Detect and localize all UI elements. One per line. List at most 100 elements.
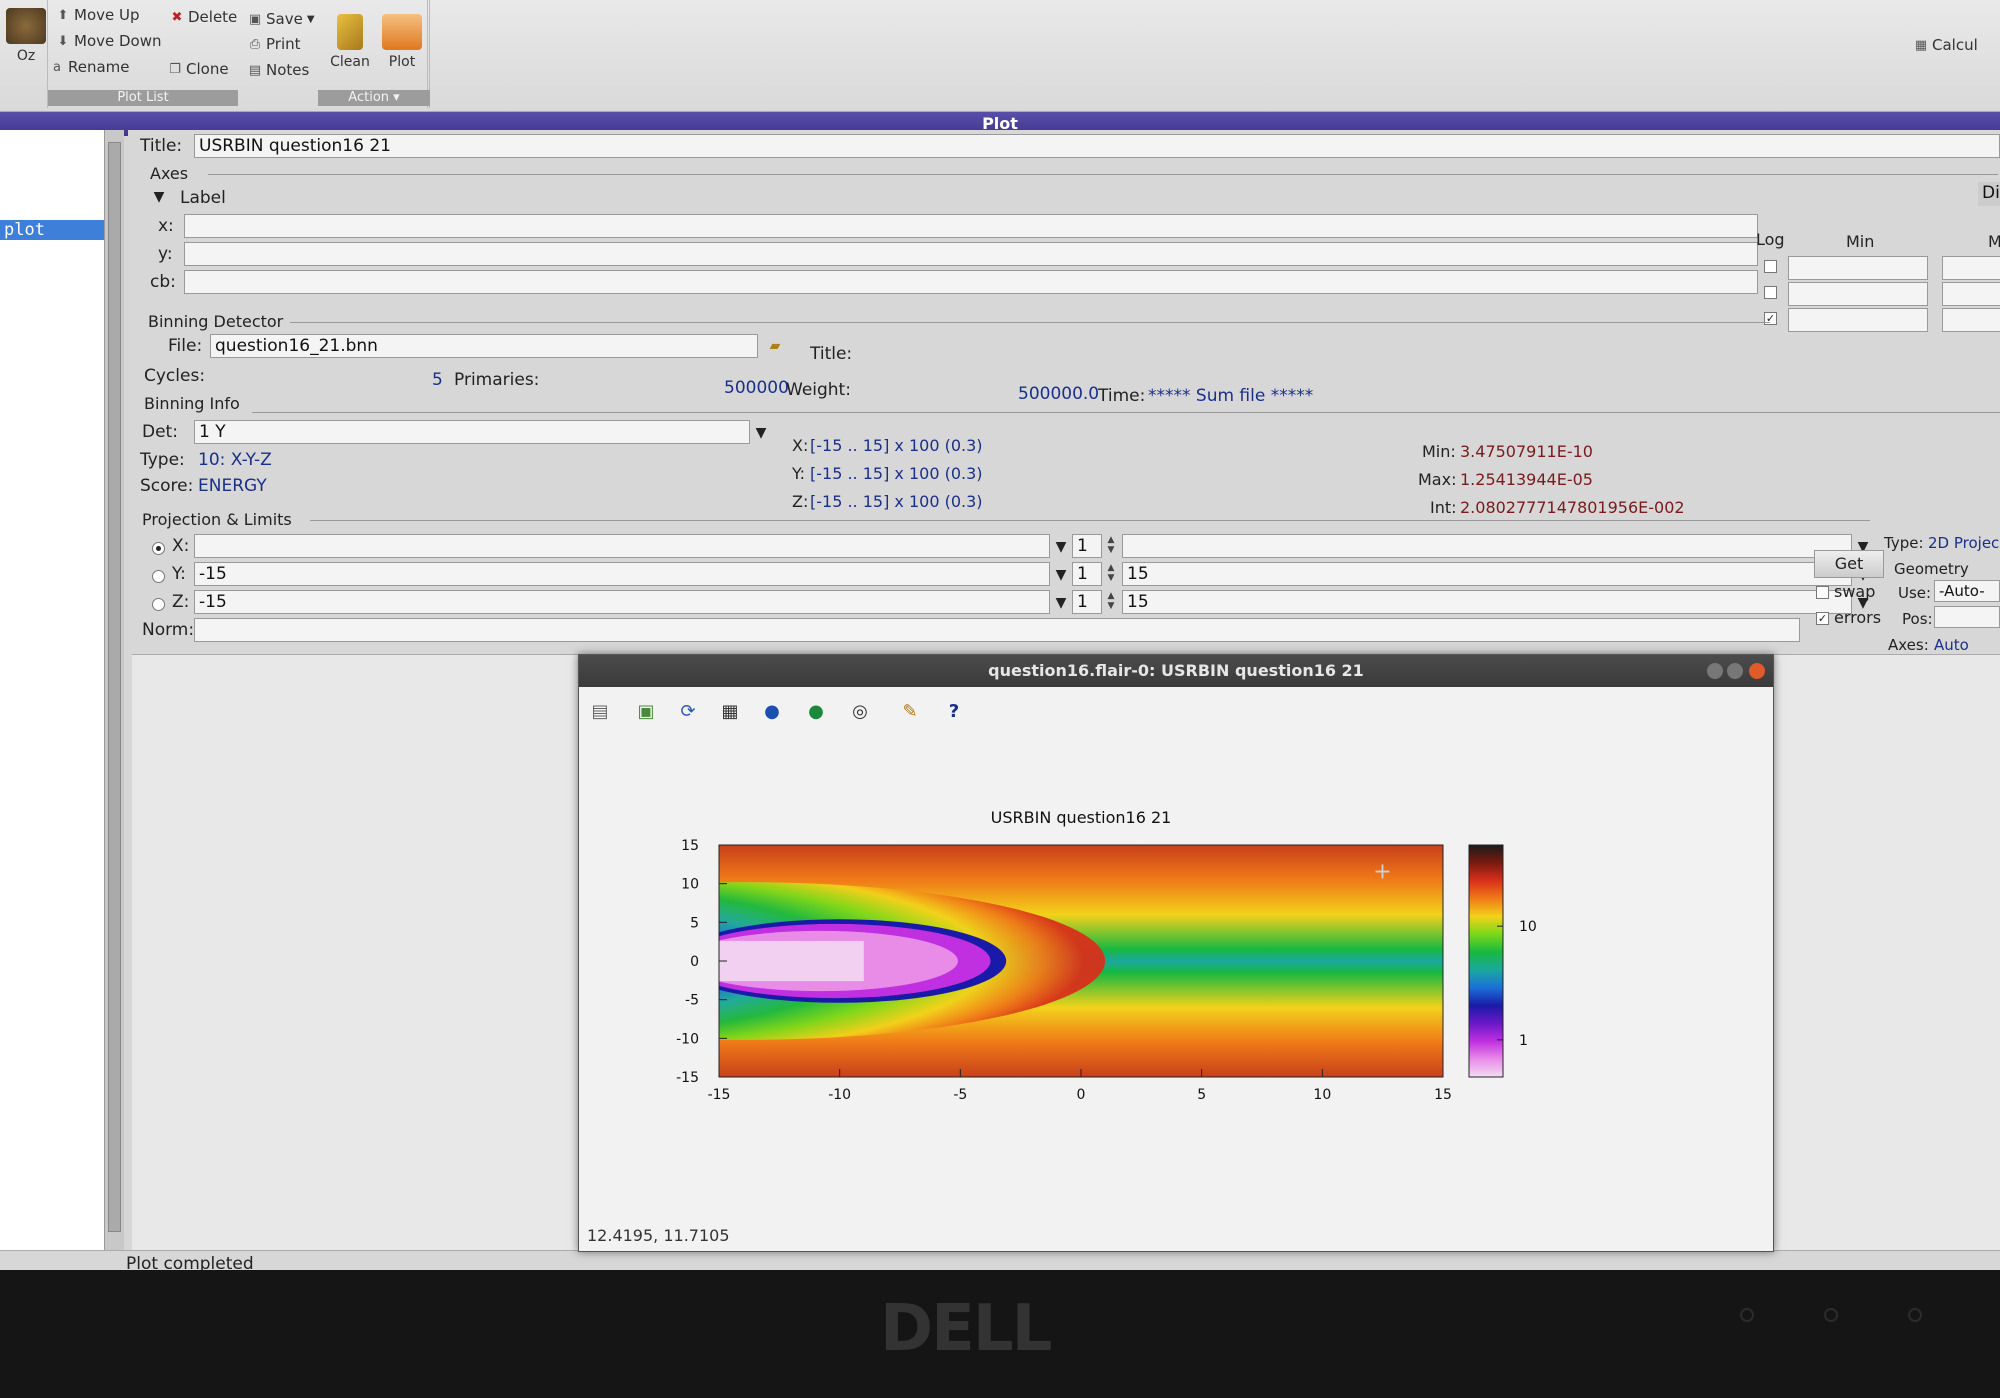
clean-button[interactable]: Clean: [326, 14, 374, 70]
proj-y-dropdown-icon[interactable]: ▼: [1052, 564, 1070, 586]
print-button[interactable]: ⎙ Print: [248, 35, 301, 53]
notes-button[interactable]: ▤ Notes: [248, 61, 309, 79]
monitor-button[interactable]: [1824, 1308, 1838, 1322]
swap-checkbox[interactable]: [1816, 586, 1829, 599]
proj-z-radio[interactable]: [152, 598, 165, 611]
proj-y-min-input[interactable]: -15: [194, 562, 1050, 586]
det-label: Det:: [142, 422, 178, 442]
calculator-tab[interactable]: ▦ Calcul: [1914, 36, 1978, 54]
file-input[interactable]: question16_21.bnn: [210, 334, 758, 358]
display-tab[interactable]: Dis: [1978, 182, 2000, 206]
grid-icon[interactable]: ▦: [717, 699, 743, 725]
y-max-input[interactable]: [1942, 282, 2000, 306]
plot-list-scrollbar[interactable]: [104, 130, 124, 1250]
proj-z-dropdown-icon[interactable]: ▼: [1052, 592, 1070, 614]
y-log-checkbox[interactable]: [1764, 286, 1777, 299]
screen: Oz ⬆ Move Up ⬇ Move Down a Rename ✖ Delete ❐…: [0, 0, 2000, 1270]
wizard-icon: [6, 8, 46, 44]
plot-icon: [382, 14, 422, 50]
x-max-input[interactable]: [1942, 256, 2000, 280]
errors-checkbox[interactable]: ✓: [1816, 612, 1829, 625]
proj-x-dropdown-icon[interactable]: ▼: [1052, 536, 1070, 558]
chevron-down-icon: ▼: [306, 13, 315, 25]
time-value: ***** Sum file *****: [1148, 386, 1314, 406]
rename-icon: a: [53, 59, 61, 75]
int-value: 2.0802777147801956E-002: [1460, 498, 1685, 517]
cycles-value: 5: [432, 370, 443, 390]
y-min-input[interactable]: [1788, 282, 1928, 306]
proj-x-min-input[interactable]: [194, 534, 1050, 558]
axes-section-title: Axes: [150, 164, 189, 183]
folder-open-icon[interactable]: ▰: [762, 335, 788, 357]
weight-value: 500000.0: [1018, 384, 1100, 404]
clipboard-icon[interactable]: ▤: [587, 699, 613, 725]
y-axis-label-input[interactable]: [184, 242, 1758, 266]
scrollbar-thumb[interactable]: [108, 142, 121, 1232]
proj-z-spinner[interactable]: ▲ ▼: [1104, 591, 1118, 613]
max-value: 1.25413944E-05: [1460, 470, 1593, 489]
geometry-pos-input[interactable]: [1934, 606, 2000, 628]
cb-max-input[interactable]: [1942, 308, 2000, 332]
errors-label: errors: [1834, 608, 1882, 627]
move-down-button[interactable]: ⬇ Move Down: [56, 32, 162, 50]
arrow-up-icon: ⬆: [57, 7, 69, 23]
heatmap-chart[interactable]: USRBIN question16 21 -15 -10 -5 0 5 10 1515105…: [579, 735, 1775, 1215]
get-button[interactable]: Get: [1814, 550, 1884, 578]
proj-z-max-input[interactable]: 15: [1122, 590, 1852, 614]
x-axis-label-input[interactable]: [184, 214, 1758, 238]
maximize-icon[interactable]: [1727, 663, 1743, 679]
binning-info-divider: [252, 412, 2000, 413]
colorbar-tick-label: 1: [1519, 1033, 1528, 1049]
help-icon[interactable]: ?: [941, 699, 967, 725]
cb-min-input[interactable]: [1788, 308, 1928, 332]
primaries-label: Primaries:: [454, 370, 540, 390]
rename-button[interactable]: a Rename: [50, 58, 130, 76]
zoom-reset-icon[interactable]: ◎: [847, 699, 873, 725]
colorbar-scale: [1468, 844, 1504, 1078]
clone-button[interactable]: ❐ Clone: [168, 60, 228, 78]
plot-list-item-selected[interactable]: plot: [0, 220, 108, 240]
proj-y-spinner[interactable]: ▲ ▼: [1104, 563, 1118, 585]
proj-y-rebin-input[interactable]: 1: [1072, 562, 1102, 586]
zoom-out-icon[interactable]: ●: [759, 699, 785, 725]
proj-x-rebin-input[interactable]: 1: [1072, 534, 1102, 558]
cb-axis-label-input[interactable]: [184, 270, 1758, 294]
x-tick-label: 15: [1434, 1087, 1452, 1103]
title-input[interactable]: USRBIN question16 21: [194, 134, 2000, 158]
proj-x-radio[interactable]: [152, 542, 165, 555]
det-dropdown-icon[interactable]: ▼: [752, 422, 770, 444]
save-button[interactable]: ▣ Save ▼: [248, 10, 315, 28]
label-collapse-icon[interactable]: ▼: [150, 186, 168, 208]
y-tick-label: -15: [676, 1070, 699, 1086]
notes-icon: ▤: [248, 62, 262, 78]
x-min-input[interactable]: [1788, 256, 1928, 280]
x-log-checkbox[interactable]: [1764, 260, 1777, 273]
monitor-button[interactable]: [1908, 1308, 1922, 1322]
zoom-in-icon[interactable]: ●: [803, 699, 829, 725]
monitor-button[interactable]: [1740, 1308, 1754, 1322]
move-up-button[interactable]: ⬆ Move Up: [56, 6, 140, 24]
refresh-icon[interactable]: ⟳: [675, 699, 701, 725]
y-tick-label: 5: [690, 915, 699, 931]
geometry-section-title: Geometry: [1894, 560, 1969, 578]
axes-mode-label: Axes:: [1888, 636, 1929, 654]
minimize-icon[interactable]: [1707, 663, 1723, 679]
cb-log-checkbox[interactable]: ✓: [1764, 312, 1777, 325]
export-icon[interactable]: ▣: [633, 699, 659, 725]
proj-y-max-input[interactable]: 15: [1122, 562, 1852, 586]
wrench-icon[interactable]: ✎: [897, 699, 923, 725]
proj-z-min-input[interactable]: -15: [194, 590, 1050, 614]
det-select[interactable]: 1 Y: [194, 420, 750, 444]
close-icon[interactable]: [1749, 663, 1765, 679]
x-tick-label: -15: [708, 1087, 731, 1103]
norm-input[interactable]: [194, 618, 1800, 642]
proj-x-spinner[interactable]: ▲ ▼: [1104, 535, 1118, 557]
delete-button[interactable]: ✖ Delete: [170, 8, 238, 26]
plot-button[interactable]: Plot: [378, 14, 426, 70]
oz-button[interactable]: Oz: [2, 8, 50, 64]
action-group: Clean Plot Action ▾: [318, 0, 430, 108]
geometry-use-select[interactable]: -Auto-: [1934, 580, 2000, 602]
proj-y-radio[interactable]: [152, 570, 165, 583]
proj-z-rebin-input[interactable]: 1: [1072, 590, 1102, 614]
proj-x-max-input[interactable]: [1122, 534, 1852, 558]
